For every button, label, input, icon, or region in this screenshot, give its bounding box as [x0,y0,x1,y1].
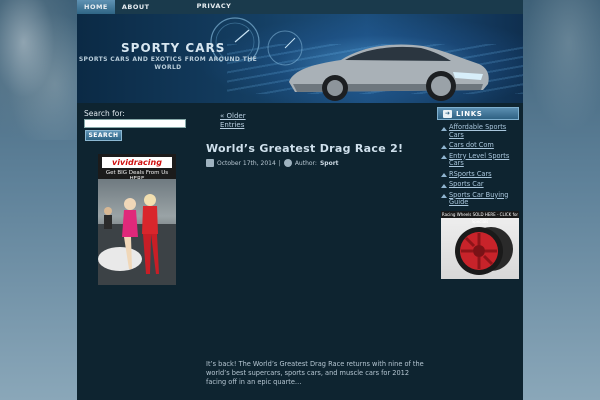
bullet-icon [441,144,447,149]
advertisement-banner-left[interactable]: vividracing Get BIG Deals From Us HERE [98,154,176,285]
ad-right-banner-text: Racing Wheels SOLD HERE - CLICK for Spec… [441,211,519,224]
link-label[interactable]: Sports Car [449,180,484,188]
ad-brand-logo: vividracing [102,157,172,168]
link-entry-level-sports-cars[interactable]: Entry Level Sports Cars [440,152,520,169]
post-meta: October 17th, 2014 | Author: Sport [206,159,339,167]
bullet-icon [441,183,447,188]
post-excerpt: It’s back! The World’s Greatest Drag Rac… [206,360,424,386]
site-header: SPORTY CARS SPORTS CARS AND EXOTICS FROM… [77,14,523,103]
links-list: Affordable Sports Cars Cars dot Com Entr… [440,123,520,210]
link-affordable-sports-cars[interactable]: Affordable Sports Cars [440,123,520,140]
author-prefix: Author: [294,159,317,167]
bullet-icon [441,173,447,178]
link-label[interactable]: Affordable Sports Cars [449,123,506,139]
site-title[interactable]: SPORTY CARS [121,41,225,55]
search-button[interactable]: SEARCH [85,130,122,141]
calendar-icon [206,159,214,167]
user-icon [283,159,292,167]
link-cars-dot-com[interactable]: Cars dot Com [440,141,520,150]
site-description: SPORTS CARS AND EXOTICS FROM AROUND THE … [78,56,258,71]
link-rsports-cars[interactable]: RSports Cars [440,170,520,179]
link-label[interactable]: Sports Car Buying Guide [449,191,509,207]
nav-item-about[interactable]: ABOUT [115,0,157,14]
post-title-link[interactable]: World’s Greatest Drag Race 2! [206,142,403,155]
bullet-icon [441,194,447,199]
top-navigation: HOME ABOUT PRIVACY POLICY [77,0,523,22]
post-date: October 17th, 2014 [217,159,276,167]
background-texture-left [0,0,78,140]
link-label[interactable]: RSports Cars [449,170,492,178]
background-texture-right [522,0,600,140]
meta-separator: | [278,159,281,167]
link-label[interactable]: Entry Level Sports Cars [449,152,509,168]
sports-car-image [289,44,489,101]
search-input[interactable] [84,119,186,128]
promo-models-image [98,194,176,285]
links-arrow-icon: ➜ [443,109,452,118]
link-sports-car-buying-guide[interactable]: Sports Car Buying Guide [440,191,520,208]
older-entries-link[interactable]: « Older Entries [220,112,260,129]
link-label[interactable]: Cars dot Com [449,141,494,149]
racing-wheel-image [455,227,513,275]
bullet-icon [441,126,447,131]
nav-item-home[interactable]: HOME [77,0,115,14]
search-label: Search for: [84,109,125,118]
links-widget-header: ➜ LINKS [437,107,519,120]
page-container: HOME ABOUT PRIVACY POLICY SPORTY CARS SP… [77,0,523,400]
links-widget-title: LINKS [456,109,483,118]
bullet-icon [441,155,447,160]
ad-photo [98,179,176,285]
author-link[interactable]: Sport [320,160,339,167]
advertisement-banner-right[interactable]: Racing Wheels SOLD HERE - CLICK for Spec… [441,211,519,279]
link-sports-car[interactable]: Sports Car [440,180,520,189]
